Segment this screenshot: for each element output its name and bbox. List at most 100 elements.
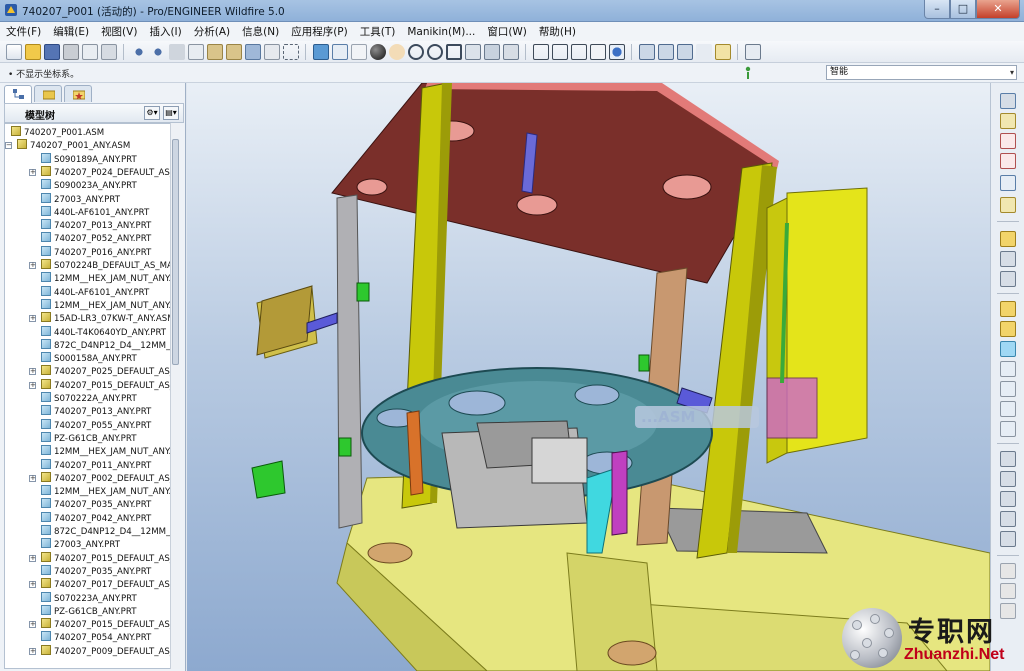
paste-special-icon[interactable]: [225, 43, 242, 60]
tree-row[interactable]: 27003_ANY.PRT: [41, 538, 120, 551]
selection-filter-dropdown[interactable]: 智能 ▾: [826, 65, 1017, 80]
expand-icon[interactable]: +: [29, 581, 36, 589]
annotations-toggle-icon[interactable]: [714, 43, 731, 60]
new-file-icon[interactable]: [5, 43, 22, 60]
tree-row[interactable]: + S070224B_DEFAULT_AS_MACH: [29, 259, 179, 272]
extend-tool-icon[interactable]: [1000, 511, 1016, 527]
menu-file[interactable]: 文件(F): [6, 24, 41, 39]
tree-row[interactable]: S070222A_ANY.PRT: [41, 392, 137, 405]
assembly-3d-model[interactable]: [187, 83, 990, 671]
tree-row[interactable]: 440L-AF6101_ANY.PRT: [41, 205, 149, 219]
tree-row[interactable]: S070223A_ANY.PRT: [41, 591, 137, 605]
tree-row[interactable]: S090023A_ANY.PRT: [41, 179, 137, 192]
menu-tools[interactable]: 工具(T): [360, 24, 396, 39]
tab-favorites[interactable]: [64, 85, 92, 102]
datum-planes-toggle-icon[interactable]: [638, 43, 655, 60]
tree-row[interactable]: +740207_P015_DEFAULT_AS_MA: [29, 551, 179, 565]
menu-window[interactable]: 窗口(W): [487, 24, 527, 39]
menu-info[interactable]: 信息(N): [242, 24, 279, 39]
tree-row[interactable]: 740207_P035_ANY.PRT: [41, 498, 151, 511]
close-button[interactable]: ✕: [976, 0, 1020, 19]
tree-row[interactable]: 740207_P013_ANY.PRT: [41, 405, 151, 418]
expand-icon[interactable]: +: [29, 647, 36, 655]
redo-icon[interactable]: [149, 43, 166, 60]
view-manager-icon[interactable]: [502, 43, 519, 60]
datum-axis-tool-icon[interactable]: [1000, 113, 1016, 129]
tree-row[interactable]: PZ-G61CB_ANY.PRT: [41, 604, 136, 618]
datum-points-toggle-icon[interactable]: [676, 43, 693, 60]
tab-model-tree[interactable]: [4, 85, 32, 103]
package-component-icon[interactable]: [1000, 271, 1016, 287]
paste-icon[interactable]: [206, 43, 223, 60]
solidify-tool-icon[interactable]: [1000, 583, 1016, 599]
menu-help[interactable]: 帮助(H): [539, 24, 576, 39]
tree-row[interactable]: 740207_P042_ANY.PRT: [41, 511, 151, 525]
email-link-icon[interactable]: [100, 43, 117, 60]
tree-row[interactable]: 872C_D4NP12_D4__12MM_PR: [41, 338, 179, 352]
expand-icon[interactable]: +: [29, 315, 36, 323]
save-icon[interactable]: [43, 43, 60, 60]
hole-tool-icon[interactable]: [1000, 301, 1016, 317]
tree-row[interactable]: 12MM__HEX_JAM_NUT_ANY.P: [41, 298, 176, 312]
zoom-in-icon[interactable]: [407, 43, 424, 60]
menu-applications[interactable]: 应用程序(P): [291, 24, 348, 39]
tree-row[interactable]: +15AD-LR3_07KW-T_ANY.ASM: [29, 312, 175, 325]
maximize-button[interactable]: □: [950, 0, 976, 19]
coordinate-systems-toggle-icon[interactable]: [695, 43, 712, 60]
tree-row[interactable]: 740207_P001.ASM: [11, 126, 104, 139]
rib-tool-icon[interactable]: [1000, 341, 1016, 357]
tree-row[interactable]: +740207_P017_DEFAULT_AS_MA: [29, 578, 179, 591]
tree-columns-button[interactable]: ▤▾: [163, 106, 179, 120]
trim-tool-icon[interactable]: [1000, 491, 1016, 507]
menu-manikin[interactable]: Manikin(M)...: [407, 26, 475, 38]
tree-row[interactable]: 740207_P035_ANY.PRT: [41, 564, 151, 578]
datum-curve-tool-icon[interactable]: [1000, 133, 1016, 149]
expand-icon[interactable]: +: [29, 621, 36, 629]
enhanced-realism-icon[interactable]: [608, 43, 625, 60]
tree-row[interactable]: 740207_P016_ANY.PRT: [41, 245, 151, 259]
no-hidden-icon[interactable]: [570, 43, 587, 60]
menu-insert[interactable]: 插入(I): [149, 24, 181, 39]
copy-icon[interactable]: [187, 43, 204, 60]
mirror-tool-icon[interactable]: [1000, 451, 1016, 467]
tree-row[interactable]: +740207_P024_DEFAULT_AS_MA: [29, 165, 179, 179]
expand-icon[interactable]: +: [29, 168, 36, 176]
undo-icon[interactable]: [130, 43, 147, 60]
offset-tool-icon[interactable]: [1000, 531, 1016, 547]
saved-views-icon[interactable]: [483, 43, 500, 60]
merge-tool-icon[interactable]: [1000, 471, 1016, 487]
expand-icon[interactable]: +: [29, 381, 36, 389]
graphics-window[interactable]: ...ASM: [187, 83, 990, 671]
thicken-tool-icon[interactable]: [1000, 563, 1016, 579]
tree-row[interactable]: PZ-G61CB_ANY.PRT: [41, 431, 136, 445]
sweep-tool-icon[interactable]: [1000, 421, 1016, 437]
shading-icon[interactable]: [589, 43, 606, 60]
expand-icon[interactable]: +: [29, 368, 36, 376]
tree-row[interactable]: 872C_D4NP12_D4__12MM_PR: [41, 525, 179, 538]
tree-row[interactable]: 740207_P013_ANY.PRT: [41, 219, 151, 232]
zoom-out-icon[interactable]: [426, 43, 443, 60]
sketch-curve-tool-icon[interactable]: [1000, 153, 1016, 169]
open-folder-icon[interactable]: [24, 43, 41, 60]
minimize-button[interactable]: –: [924, 0, 950, 19]
tab-folder-browser[interactable]: [34, 85, 62, 102]
collapse-icon[interactable]: −: [5, 142, 12, 150]
menu-view[interactable]: 视图(V): [101, 24, 137, 39]
find-icon[interactable]: [263, 43, 280, 60]
cut-icon[interactable]: [168, 43, 185, 60]
print-icon[interactable]: [62, 43, 79, 60]
tree-row[interactable]: 740207_P052_ANY.PRT: [41, 232, 151, 245]
pro-engineer-app-icon[interactable]: [4, 3, 18, 17]
chamfer-tool-icon[interactable]: [1000, 401, 1016, 417]
tree-row[interactable]: S000158A_ANY.PRT: [41, 352, 137, 365]
tree-settings-button[interactable]: ⚙▾: [144, 106, 160, 120]
tree-row[interactable]: − 740207_P001_ANY.ASM: [5, 139, 130, 152]
expand-icon[interactable]: +: [29, 262, 36, 269]
tree-row[interactable]: +740207_P002_DEFAULT_AS_MA: [29, 471, 179, 485]
draft-tool-icon[interactable]: [1000, 361, 1016, 377]
shading-sphere-icon[interactable]: [369, 43, 386, 60]
refit-icon[interactable]: [445, 43, 462, 60]
round-tool-icon[interactable]: [1000, 381, 1016, 397]
datum-axis-display-icon[interactable]: [331, 43, 348, 60]
tree-row[interactable]: 27003_ANY.PRT: [41, 192, 120, 206]
